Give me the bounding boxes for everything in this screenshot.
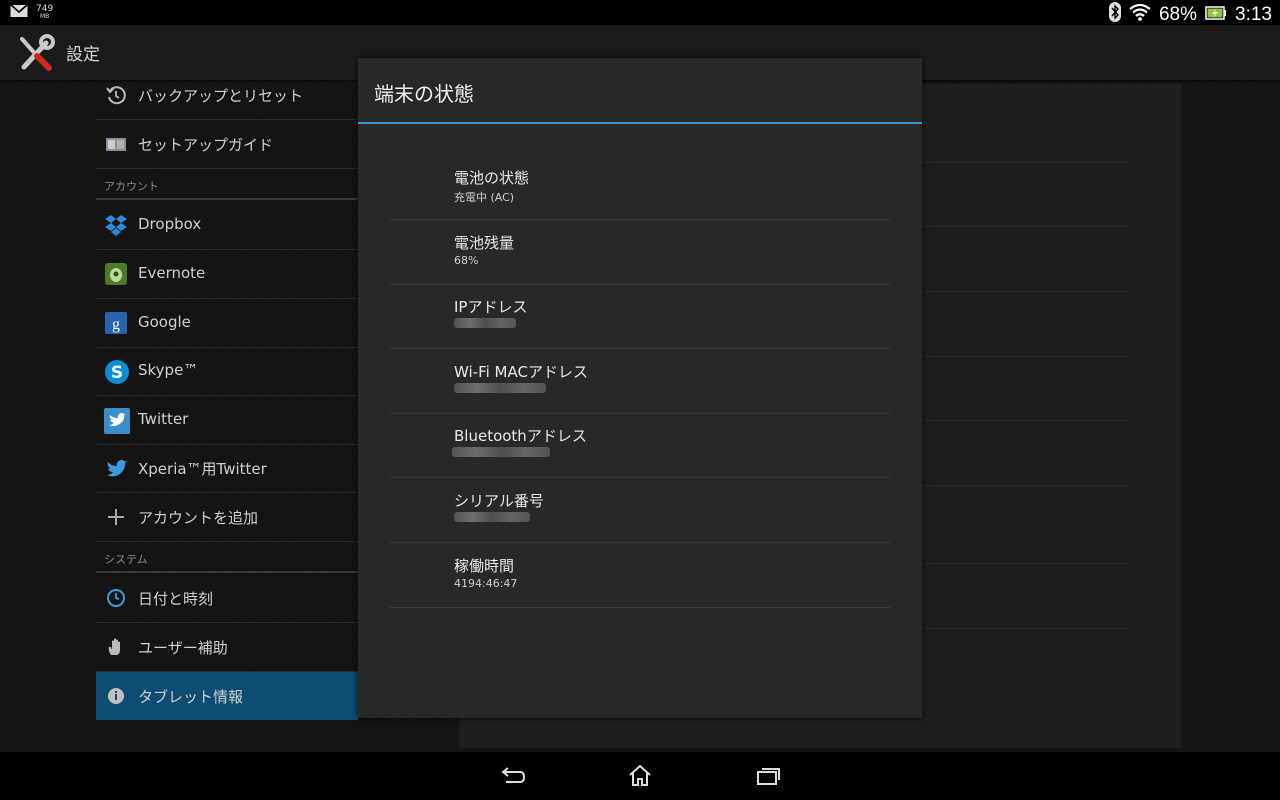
sidebar-item-evernote[interactable]: Evernote <box>96 250 358 299</box>
sidebar-item-label: Xperia™用Twitter <box>138 460 267 478</box>
bluetooth-icon <box>1108 2 1121 27</box>
battery-percent: 68% <box>1158 3 1198 25</box>
pref-ip-address[interactable]: IPアドレス <box>390 284 890 349</box>
twitter-icon <box>104 408 130 434</box>
sidebar-item-label: 日付と時刻 <box>138 590 214 608</box>
pref-title: Wi-Fi MACアドレス <box>454 363 588 381</box>
section-header-accounts: アカウント <box>104 180 159 193</box>
memory-indicator: 749 MB <box>36 4 53 21</box>
sidebar-item-backup-reset[interactable]: バックアップとリセット <box>96 71 358 120</box>
pref-title: 電池残量 <box>454 234 515 252</box>
skype-icon: S <box>104 359 129 384</box>
battery-charging-icon <box>1205 4 1227 25</box>
pref-serial-number[interactable]: シリアル番号 <box>390 478 890 543</box>
home-icon[interactable] <box>622 762 658 790</box>
sidebar-item-label: セットアップガイド <box>138 136 274 154</box>
pref-title: 稼働時間 <box>454 557 515 575</box>
sidebar-item-tablet-info[interactable]: タブレット情報 <box>96 672 358 720</box>
sidebar-item-label: Dropbox <box>138 215 202 233</box>
setup-guide-icon <box>104 132 128 156</box>
back-icon[interactable] <box>494 762 530 790</box>
pref-uptime[interactable]: 稼働時間 4194:46:47 <box>390 543 890 608</box>
sidebar-item-add-account[interactable]: アカウントを追加 <box>96 493 358 542</box>
svg-text:S: S <box>111 363 123 383</box>
svg-text:g: g <box>112 316 120 333</box>
sidebar-item-date-time[interactable]: 日付と時刻 <box>96 574 358 623</box>
gmail-notification-icon <box>10 3 28 22</box>
sidebar-item-label: ユーザー補助 <box>138 639 228 657</box>
action-bar-title: 設定 <box>66 45 100 65</box>
memory-unit: MB <box>39 12 50 20</box>
pref-summary: 充電中 (AC) <box>454 191 515 204</box>
backup-icon <box>104 83 128 107</box>
settings-tools-icon[interactable] <box>16 33 56 73</box>
evernote-icon <box>104 262 128 286</box>
pref-title: Bluetoothアドレス <box>454 427 587 445</box>
sidebar-item-skype[interactable]: S Skype™ <box>96 347 358 396</box>
add-icon <box>104 505 128 529</box>
sidebar-item-xperia-twitter[interactable]: Xperia™用Twitter <box>96 444 358 493</box>
clock-icon <box>104 586 128 610</box>
settings-sidebar: バックアップとリセット セットアップガイド アカウント Dropbox Ever… <box>96 82 358 752</box>
sidebar-item-label: タブレット情報 <box>138 688 244 706</box>
pref-battery-level[interactable]: 電池残量 68% <box>390 220 890 285</box>
sidebar-item-label: Skype™ <box>138 361 199 379</box>
sidebar-item-twitter[interactable]: Twitter <box>96 396 358 445</box>
sidebar-item-google[interactable]: g Google <box>96 299 358 348</box>
sidebar-item-setup-guide[interactable]: セットアップガイド <box>96 120 358 169</box>
hand-icon <box>104 635 128 659</box>
wifi-icon <box>1129 3 1151 26</box>
sidebar-item-label: Evernote <box>138 264 206 282</box>
pref-wifi-mac[interactable]: Wi-Fi MACアドレス <box>390 349 890 414</box>
pref-summary: 4194:46:47 <box>454 577 518 590</box>
section-divider <box>96 198 358 200</box>
sidebar-item-accessibility[interactable]: ユーザー補助 <box>96 623 358 672</box>
pref-title: IPアドレス <box>454 298 528 316</box>
redacted-value <box>454 383 546 393</box>
sidebar-item-dropbox[interactable]: Dropbox <box>96 201 358 250</box>
device-status-dialog: 端末の状態 電池の状態 充電中 (AC) 電池残量 68% IPアドレス Wi-… <box>358 58 922 718</box>
dialog-title-divider <box>358 122 922 124</box>
navigation-bar <box>0 752 1280 800</box>
pref-title: シリアル番号 <box>454 492 544 510</box>
dialog-title: 端末の状態 <box>374 82 474 106</box>
sidebar-item-label: Google <box>138 313 191 331</box>
dropbox-icon <box>104 213 128 237</box>
pref-title: 電池の状態 <box>454 169 530 187</box>
section-divider <box>96 571 358 573</box>
recent-apps-icon[interactable] <box>750 762 786 790</box>
redacted-value <box>454 318 516 328</box>
section-header-system: システム <box>104 553 148 566</box>
sidebar-item-label: アカウントを追加 <box>138 509 259 527</box>
pref-summary: 68% <box>454 254 479 267</box>
sidebar-item-label: Twitter <box>138 410 189 428</box>
twitter-bird-icon <box>104 456 128 480</box>
clock-time: 3:13 <box>1235 3 1272 25</box>
status-bar: 749 MB 68% 3:13 <box>0 0 1280 25</box>
info-icon <box>104 684 128 708</box>
pref-bluetooth-address[interactable]: Bluetoothアドレス <box>390 413 890 478</box>
pref-battery-status[interactable]: 電池の状態 充電中 (AC) <box>390 155 890 220</box>
google-icon: g <box>104 311 128 335</box>
sidebar-item-label: バックアップとリセット <box>138 87 304 105</box>
redacted-value <box>452 447 550 457</box>
redacted-value <box>454 512 530 522</box>
